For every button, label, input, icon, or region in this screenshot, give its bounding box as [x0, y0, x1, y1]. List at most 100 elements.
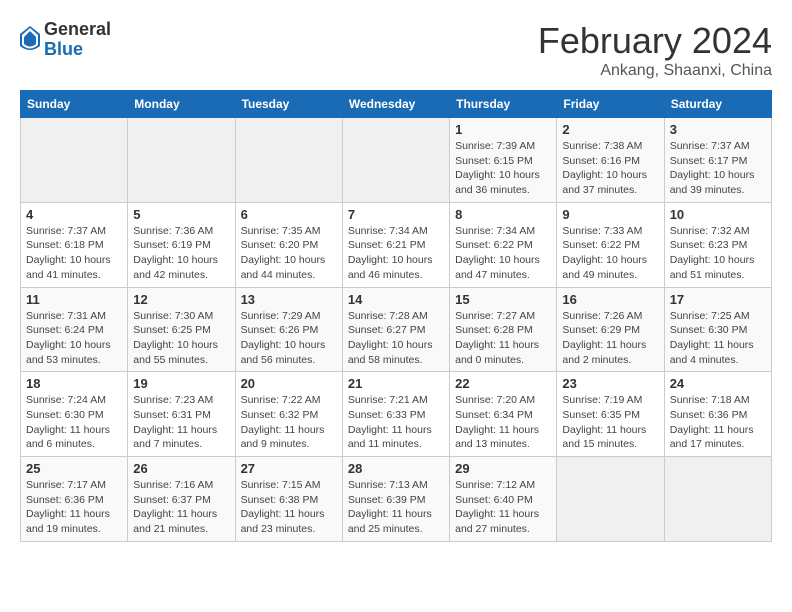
day-number: 29: [455, 461, 551, 476]
day-info: Sunrise: 7:23 AM Sunset: 6:31 PM Dayligh…: [133, 393, 229, 452]
calendar-cell: [21, 118, 128, 203]
calendar-table: SundayMondayTuesdayWednesdayThursdayFrid…: [20, 90, 772, 542]
day-info: Sunrise: 7:28 AM Sunset: 6:27 PM Dayligh…: [348, 309, 444, 368]
day-number: 5: [133, 207, 229, 222]
logo: General Blue: [20, 20, 111, 60]
header: General Blue February 2024 Ankang, Shaan…: [20, 20, 772, 80]
day-number: 17: [670, 292, 766, 307]
weekday-header-wednesday: Wednesday: [342, 91, 449, 118]
day-number: 27: [241, 461, 337, 476]
day-number: 9: [562, 207, 658, 222]
calendar-cell: [128, 118, 235, 203]
day-number: 19: [133, 376, 229, 391]
weekday-header-saturday: Saturday: [664, 91, 771, 118]
calendar-cell: 14 Sunrise: 7:28 AM Sunset: 6:27 PM Dayli…: [342, 287, 449, 372]
day-info: Sunrise: 7:29 AM Sunset: 6:26 PM Dayligh…: [241, 309, 337, 368]
calendar-cell: 29 Sunrise: 7:12 AM Sunset: 6:40 PM Dayli…: [450, 457, 557, 542]
day-number: 22: [455, 376, 551, 391]
day-info: Sunrise: 7:16 AM Sunset: 6:37 PM Dayligh…: [133, 478, 229, 537]
calendar-cell: 13 Sunrise: 7:29 AM Sunset: 6:26 PM Dayli…: [235, 287, 342, 372]
calendar-cell: 7Sunrise: 7:34 AM Sunset: 6:21 PM Daylig…: [342, 202, 449, 287]
day-info: Sunrise: 7:37 AM Sunset: 6:18 PM Dayligh…: [26, 224, 122, 283]
calendar-cell: 23Sunrise: 7:19 AM Sunset: 6:35 PM Dayli…: [557, 372, 664, 457]
calendar-cell: 9 Sunrise: 7:33 AM Sunset: 6:22 PM Daylig…: [557, 202, 664, 287]
day-number: 12: [133, 292, 229, 307]
day-number: 11: [26, 292, 122, 307]
day-number: 7: [348, 207, 444, 222]
day-number: 21: [348, 376, 444, 391]
day-info: Sunrise: 7:22 AM Sunset: 6:32 PM Dayligh…: [241, 393, 337, 452]
day-info: Sunrise: 7:39 AM Sunset: 6:15 PM Dayligh…: [455, 139, 551, 198]
day-number: 8: [455, 207, 551, 222]
calendar-cell: 3 Sunrise: 7:37 AM Sunset: 6:17 PM Daylig…: [664, 118, 771, 203]
day-number: 28: [348, 461, 444, 476]
calendar-cell: 22 Sunrise: 7:20 AM Sunset: 6:34 PM Dayli…: [450, 372, 557, 457]
calendar-week-row: 1Sunrise: 7:39 AM Sunset: 6:15 PM Daylig…: [21, 118, 772, 203]
calendar-cell: 26 Sunrise: 7:16 AM Sunset: 6:37 PM Dayli…: [128, 457, 235, 542]
day-info: Sunrise: 7:38 AM Sunset: 6:16 PM Dayligh…: [562, 139, 658, 198]
calendar-cell: [664, 457, 771, 542]
calendar-week-row: 4 Sunrise: 7:37 AM Sunset: 6:18 PM Daylig…: [21, 202, 772, 287]
calendar-cell: 2 Sunrise: 7:38 AM Sunset: 6:16 PM Daylig…: [557, 118, 664, 203]
calendar-cell: 1Sunrise: 7:39 AM Sunset: 6:15 PM Daylig…: [450, 118, 557, 203]
day-info: Sunrise: 7:33 AM Sunset: 6:22 PM Dayligh…: [562, 224, 658, 283]
calendar-week-row: 25Sunrise: 7:17 AM Sunset: 6:36 PM Dayli…: [21, 457, 772, 542]
day-number: 24: [670, 376, 766, 391]
calendar-header: SundayMondayTuesdayWednesdayThursdayFrid…: [21, 91, 772, 118]
calendar-body: 1Sunrise: 7:39 AM Sunset: 6:15 PM Daylig…: [21, 118, 772, 542]
calendar-cell: 18Sunrise: 7:24 AM Sunset: 6:30 PM Dayli…: [21, 372, 128, 457]
calendar-title: February 2024: [538, 20, 772, 62]
calendar-cell: [557, 457, 664, 542]
calendar-cell: 19 Sunrise: 7:23 AM Sunset: 6:31 PM Dayli…: [128, 372, 235, 457]
calendar-cell: 17 Sunrise: 7:25 AM Sunset: 6:30 PM Dayli…: [664, 287, 771, 372]
day-info: Sunrise: 7:13 AM Sunset: 6:39 PM Dayligh…: [348, 478, 444, 537]
day-number: 15: [455, 292, 551, 307]
weekday-header-sunday: Sunday: [21, 91, 128, 118]
calendar-cell: [235, 118, 342, 203]
day-info: Sunrise: 7:30 AM Sunset: 6:25 PM Dayligh…: [133, 309, 229, 368]
weekday-row: SundayMondayTuesdayWednesdayThursdayFrid…: [21, 91, 772, 118]
calendar-subtitle: Ankang, Shaanxi, China: [538, 62, 772, 80]
day-info: Sunrise: 7:25 AM Sunset: 6:30 PM Dayligh…: [670, 309, 766, 368]
calendar-cell: 21Sunrise: 7:21 AM Sunset: 6:33 PM Dayli…: [342, 372, 449, 457]
day-info: Sunrise: 7:31 AM Sunset: 6:24 PM Dayligh…: [26, 309, 122, 368]
day-number: 13: [241, 292, 337, 307]
day-number: 6: [241, 207, 337, 222]
day-info: Sunrise: 7:26 AM Sunset: 6:29 PM Dayligh…: [562, 309, 658, 368]
calendar-cell: 28 Sunrise: 7:13 AM Sunset: 6:39 PM Dayli…: [342, 457, 449, 542]
weekday-header-tuesday: Tuesday: [235, 91, 342, 118]
calendar-cell: 20Sunrise: 7:22 AM Sunset: 6:32 PM Dayli…: [235, 372, 342, 457]
day-number: 23: [562, 376, 658, 391]
calendar-week-row: 11 Sunrise: 7:31 AM Sunset: 6:24 PM Dayli…: [21, 287, 772, 372]
day-info: Sunrise: 7:37 AM Sunset: 6:17 PM Dayligh…: [670, 139, 766, 198]
logo-general-text: General: [44, 20, 111, 40]
day-number: 3: [670, 122, 766, 137]
day-number: 25: [26, 461, 122, 476]
calendar-cell: [342, 118, 449, 203]
calendar-cell: 12 Sunrise: 7:30 AM Sunset: 6:25 PM Dayli…: [128, 287, 235, 372]
day-number: 16: [562, 292, 658, 307]
day-number: 2: [562, 122, 658, 137]
day-info: Sunrise: 7:32 AM Sunset: 6:23 PM Dayligh…: [670, 224, 766, 283]
day-info: Sunrise: 7:18 AM Sunset: 6:36 PM Dayligh…: [670, 393, 766, 452]
day-number: 14: [348, 292, 444, 307]
calendar-cell: 16 Sunrise: 7:26 AM Sunset: 6:29 PM Dayli…: [557, 287, 664, 372]
logo-icon: [20, 26, 40, 54]
day-info: Sunrise: 7:24 AM Sunset: 6:30 PM Dayligh…: [26, 393, 122, 452]
calendar-cell: 4 Sunrise: 7:37 AM Sunset: 6:18 PM Daylig…: [21, 202, 128, 287]
calendar-cell: 27Sunrise: 7:15 AM Sunset: 6:38 PM Dayli…: [235, 457, 342, 542]
calendar-cell: 8 Sunrise: 7:34 AM Sunset: 6:22 PM Daylig…: [450, 202, 557, 287]
day-info: Sunrise: 7:12 AM Sunset: 6:40 PM Dayligh…: [455, 478, 551, 537]
day-number: 10: [670, 207, 766, 222]
day-info: Sunrise: 7:27 AM Sunset: 6:28 PM Dayligh…: [455, 309, 551, 368]
calendar-cell: 25Sunrise: 7:17 AM Sunset: 6:36 PM Dayli…: [21, 457, 128, 542]
weekday-header-monday: Monday: [128, 91, 235, 118]
day-info: Sunrise: 7:35 AM Sunset: 6:20 PM Dayligh…: [241, 224, 337, 283]
calendar-cell: 15 Sunrise: 7:27 AM Sunset: 6:28 PM Dayli…: [450, 287, 557, 372]
calendar-cell: 24 Sunrise: 7:18 AM Sunset: 6:36 PM Dayli…: [664, 372, 771, 457]
day-info: Sunrise: 7:34 AM Sunset: 6:22 PM Dayligh…: [455, 224, 551, 283]
day-number: 4: [26, 207, 122, 222]
day-number: 26: [133, 461, 229, 476]
calendar-cell: 11 Sunrise: 7:31 AM Sunset: 6:24 PM Dayli…: [21, 287, 128, 372]
day-info: Sunrise: 7:20 AM Sunset: 6:34 PM Dayligh…: [455, 393, 551, 452]
